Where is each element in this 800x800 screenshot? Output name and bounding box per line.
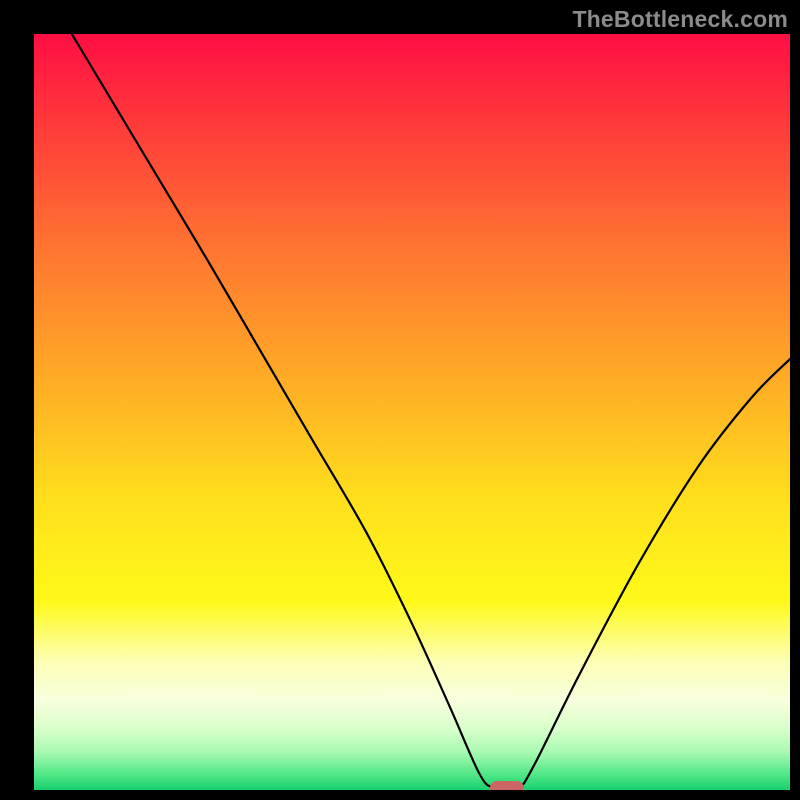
plot-area <box>34 34 790 790</box>
bottleneck-curve <box>34 34 790 790</box>
chart-frame: TheBottleneck.com <box>0 0 800 800</box>
watermark-text: TheBottleneck.com <box>572 6 788 33</box>
optimal-marker <box>490 781 524 790</box>
